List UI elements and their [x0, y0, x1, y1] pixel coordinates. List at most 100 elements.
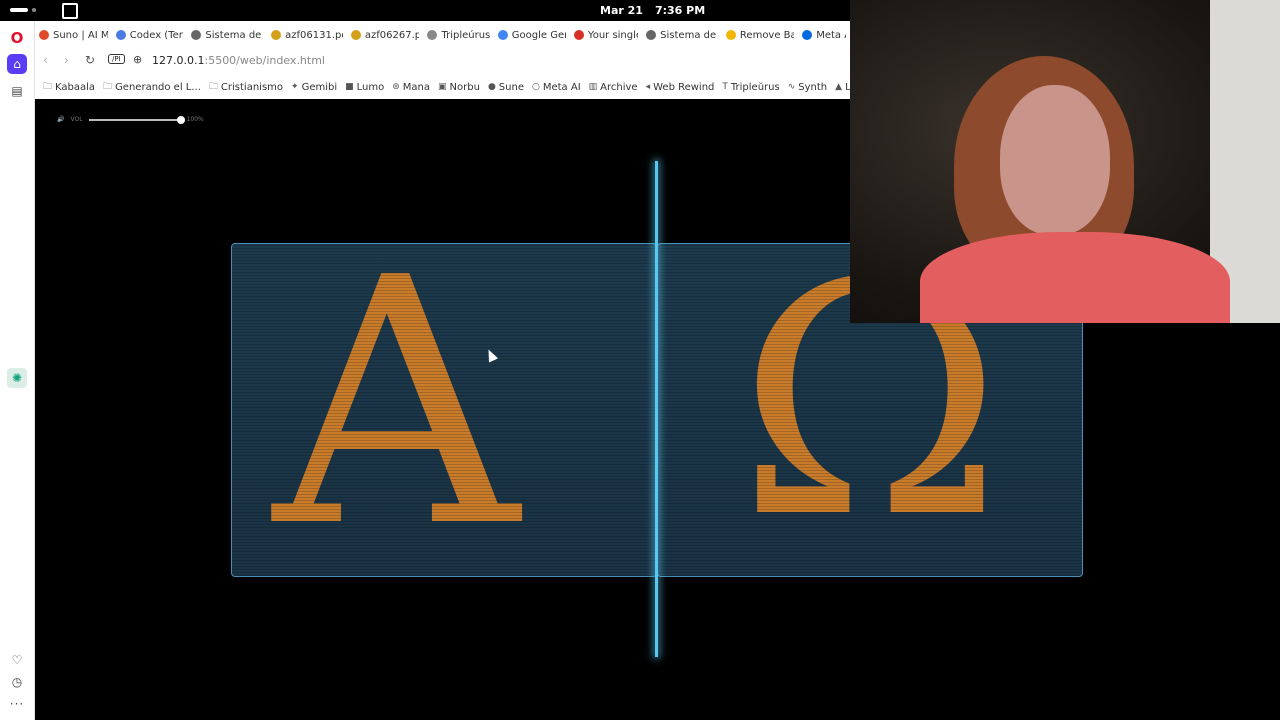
chatgpt-icon[interactable]: ✺: [7, 368, 27, 388]
tab[interactable]: Sistema de C: [187, 24, 267, 46]
bookmark-label: Sune: [498, 81, 524, 93]
alpha-panel[interactable]: A: [231, 243, 657, 577]
bookmark-item[interactable]: ▣ Norbu: [438, 79, 480, 95]
bookmark-label: Meta AI: [542, 81, 581, 93]
folder-icon: 🗀: [43, 82, 53, 92]
gemini-icon: ✦: [291, 82, 299, 92]
tab[interactable]: Tripleúrus -: [423, 24, 493, 46]
webcam-person-face: [1000, 85, 1110, 235]
tab-label: Your single-: [587, 29, 638, 41]
lumo-icon: ■: [345, 82, 354, 92]
tab[interactable]: Suno | AI Mu: [35, 24, 112, 46]
reload-icon[interactable]: ↻: [85, 53, 95, 67]
bookmark-label: Tripleŭrus: [730, 81, 780, 93]
tab[interactable]: Remove Bac: [722, 24, 798, 46]
activities-indicator[interactable]: [10, 8, 28, 12]
tab[interactable]: Google Gem: [494, 24, 570, 46]
forward-icon[interactable]: ›: [64, 53, 69, 67]
alpha-glyph: A: [273, 243, 519, 577]
t-icon: T: [722, 82, 728, 92]
file-icon: [646, 30, 657, 40]
volume-slider[interactable]: [88, 115, 185, 124]
site-info-icon[interactable]: ⊕: [133, 53, 142, 66]
meta-icon: [802, 30, 813, 40]
norbu-icon: ▣: [438, 82, 447, 92]
bookmark-item[interactable]: 🗀 Cristianismo: [209, 79, 283, 95]
rewind-icon: ◂: [645, 82, 651, 92]
tab[interactable]: Codex (Tene: [112, 24, 188, 46]
url-host: 127.0.0.1: [152, 54, 205, 67]
window-overview-icon[interactable]: [62, 3, 78, 19]
bookmark-label: Archive: [600, 81, 638, 93]
tab-label: Meta A: [816, 29, 846, 41]
pdf-icon: [350, 30, 361, 40]
file-icon: [191, 30, 202, 40]
removebg-icon: [725, 30, 736, 40]
bookmark-item[interactable]: ■ Lumo: [345, 79, 384, 95]
volume-value: 100%: [186, 116, 204, 123]
gemini-icon: [497, 30, 508, 40]
bookmark-item[interactable]: ◂ Web Rewind: [646, 79, 715, 95]
volume-control[interactable]: 🔊 VOL 100%: [57, 115, 204, 124]
browser-chrome: Suno | AI Mu Codex (Tene Sistema de C azf06…: [35, 21, 850, 99]
bookmark-item[interactable]: 🗀 Generando el L...: [103, 79, 201, 95]
bookmark-item[interactable]: ○ Meta AI: [532, 79, 581, 95]
browser-sidebar: O ⌂ ▤ ✺ ♡ ◷ ···: [0, 21, 35, 720]
tab[interactable]: Sistema de C: [642, 24, 722, 46]
url-path: :5500/web/index.html: [204, 54, 325, 67]
bookmark-label: Cristianismo: [220, 81, 284, 93]
history-icon[interactable]: ◷: [7, 672, 27, 692]
bookmark-item[interactable]: ▲ L: [835, 79, 850, 95]
bookmark-item[interactable]: ● Sune: [488, 79, 524, 95]
opera-logo-icon[interactable]: O: [7, 28, 27, 48]
bookmark-label: Lumo: [356, 81, 385, 93]
tab-label: azf06131.pdf: [285, 29, 343, 41]
workspace-dot[interactable]: [32, 8, 36, 12]
notes-icon[interactable]: ▤: [7, 81, 27, 101]
tab-label: Remove Bac: [739, 29, 795, 41]
suno-icon: [39, 30, 49, 40]
meta-icon: ○: [531, 82, 540, 92]
volume-knob[interactable]: [176, 115, 185, 124]
webcam-overlay: [850, 0, 1280, 323]
speaker-icon: 🔊: [57, 116, 65, 123]
tab[interactable]: azf06267.pd: [347, 24, 424, 46]
more-icon[interactable]: ···: [7, 694, 27, 714]
folder-icon: 🗀: [103, 82, 113, 92]
globe-icon: ⊛: [392, 82, 400, 92]
bookmark-label: Norbu: [449, 81, 480, 93]
address-bar[interactable]: 127.0.0.1:5500/web/index.html: [152, 54, 325, 67]
drive-icon: ▲: [835, 82, 843, 92]
tab-label: Suno | AI Mu: [53, 29, 108, 41]
back-icon[interactable]: ‹: [43, 53, 48, 67]
tab[interactable]: Meta A: [798, 24, 850, 46]
bookmark-item[interactable]: ✦ Gemibi: [291, 79, 337, 95]
tab-label: Sistema de C: [205, 29, 263, 41]
bookmark-item[interactable]: ∿ Synth: [788, 79, 827, 95]
gmail-icon: [573, 30, 584, 40]
pdf-icon: [271, 30, 282, 40]
bookmark-item[interactable]: 🗀 Kabaala: [43, 79, 95, 95]
bookmark-item[interactable]: T Tripleŭrus: [722, 79, 779, 95]
bookmark-item[interactable]: ⊛ Mana: [392, 79, 430, 95]
heart-icon[interactable]: ♡: [7, 650, 27, 670]
tab-label: Codex (Tene: [129, 29, 184, 41]
bookmark-item[interactable]: ▥ Archive: [589, 79, 638, 95]
address-row: ‹ › ↻ /PI ⊕ 127.0.0.1:5500/web/index.htm…: [35, 49, 850, 73]
webcam-person-shirt: [920, 232, 1230, 323]
bookmark-label: Generando el L...: [115, 81, 201, 93]
system-clock[interactable]: Mar 21 7:36 PM: [600, 4, 705, 17]
bookmark-label: Web Rewind: [653, 81, 715, 93]
tab-label: Sistema de C: [660, 29, 718, 41]
pi-badge[interactable]: /PI: [108, 54, 125, 64]
globe-icon: [427, 30, 438, 40]
tab[interactable]: azf06131.pdf: [267, 24, 347, 46]
volume-label: VOL: [70, 116, 83, 123]
home-icon[interactable]: ⌂: [7, 54, 27, 74]
bookmark-label: Gemibi: [301, 81, 338, 93]
wave-icon: ∿: [787, 82, 796, 92]
tab[interactable]: Your single-: [570, 24, 642, 46]
center-divider-line: [655, 161, 658, 657]
bookmarks-bar: 🗀 Kabaala 🗀 Generando el L... 🗀 Cristianismo ✦…: [43, 79, 850, 95]
doc-icon: [115, 30, 126, 40]
